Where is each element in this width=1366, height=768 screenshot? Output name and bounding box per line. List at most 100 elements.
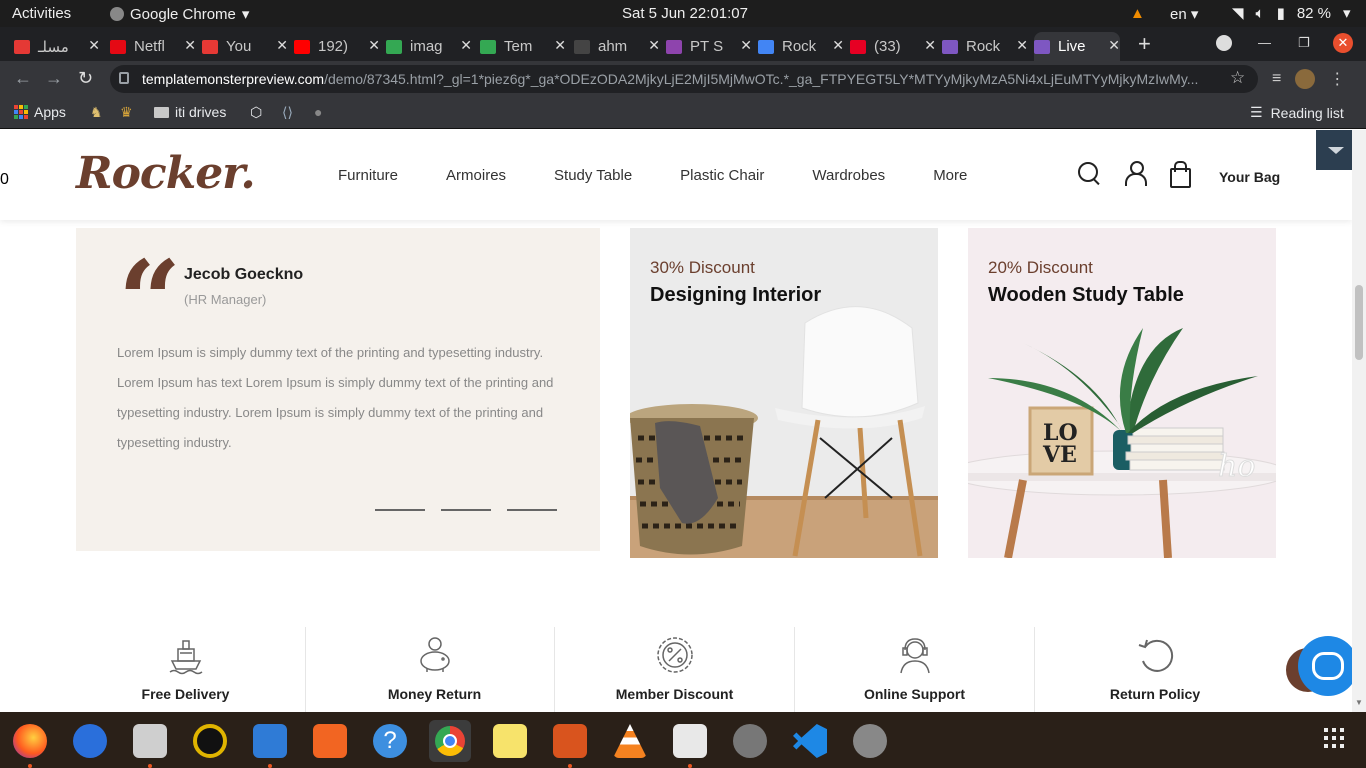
shopping-bag-icon[interactable] xyxy=(1168,160,1192,188)
browser-tab[interactable]: Netfl ✕ xyxy=(110,32,196,61)
your-bag-link[interactable]: Your Bag xyxy=(1219,169,1280,185)
help-icon[interactable]: ? xyxy=(373,724,407,758)
browser-tab[interactable]: 192) ✕ xyxy=(294,32,380,61)
files-icon[interactable] xyxy=(133,724,167,768)
rhythmbox-icon[interactable] xyxy=(193,724,227,758)
promo-card-study-table[interactable]: LO VE ho 20% Discount Wooden Study Table xyxy=(968,228,1276,558)
browser-tab[interactable]: Rock ✕ xyxy=(758,32,844,61)
slider-dot[interactable] xyxy=(441,509,491,511)
tab-close-icon[interactable]: ✕ xyxy=(1016,37,1028,54)
browser-tab[interactable]: Tem ✕ xyxy=(480,32,566,61)
chat-widget-button[interactable] xyxy=(1298,636,1352,696)
scroll-down-arrow[interactable]: ▼ xyxy=(1355,698,1363,707)
new-tab-button[interactable]: + xyxy=(1138,31,1151,57)
profile-avatar[interactable] xyxy=(1295,69,1316,89)
bookmark-iti-drives[interactable]: iti drives xyxy=(154,104,226,120)
tab-favicon xyxy=(1034,40,1050,54)
chrome-menu-button[interactable]: ⋮ xyxy=(1329,69,1345,89)
page-scrollbar[interactable]: ▼ xyxy=(1352,130,1366,712)
search-icon[interactable] xyxy=(1076,160,1102,186)
scrollbar-thumb[interactable] xyxy=(1355,285,1363,360)
tab-close-icon[interactable]: ✕ xyxy=(184,37,196,54)
bookmark-icon-2[interactable]: ♛ xyxy=(120,104,133,121)
settings-gear-icon[interactable] xyxy=(733,724,767,758)
site-logo[interactable]: Rocker. xyxy=(76,148,256,199)
bookmark-star-icon[interactable]: ☆ xyxy=(1230,68,1245,88)
tab-search-button[interactable] xyxy=(1216,35,1232,51)
thunderbird-icon[interactable] xyxy=(73,724,107,758)
demo-dropdown-toggle[interactable] xyxy=(1316,130,1352,170)
chrome-icon xyxy=(110,7,124,21)
slider-dot[interactable] xyxy=(507,509,557,511)
browser-tab[interactable]: (33) ✕ xyxy=(850,32,936,61)
address-bar[interactable]: templatemonsterpreview.com/demo/87345.ht… xyxy=(110,65,1258,93)
browser-tab[interactable]: imag ✕ xyxy=(386,32,472,61)
back-button[interactable]: ← xyxy=(14,68,32,89)
tab-close-icon[interactable]: ✕ xyxy=(1108,37,1120,54)
minimize-window-button[interactable]: — xyxy=(1258,35,1271,50)
disk-utility-icon[interactable] xyxy=(853,724,887,758)
firefox-icon[interactable] xyxy=(13,724,47,768)
bookmark-apps[interactable]: Apps xyxy=(14,104,66,120)
nav-link-plastic-chair[interactable]: Plastic Chair xyxy=(680,167,764,184)
tab-close-icon[interactable]: ✕ xyxy=(88,37,100,54)
reading-list-button[interactable]: ☰ Reading list xyxy=(1250,104,1344,121)
bookmark-bracket-icon[interactable]: ⟨⟩ xyxy=(282,104,293,121)
promo-title: Designing Interior xyxy=(650,284,822,306)
maximize-window-button[interactable]: ❐ xyxy=(1298,35,1310,51)
software-center-icon[interactable] xyxy=(313,724,347,758)
tab-close-icon[interactable]: ✕ xyxy=(276,37,288,54)
browser-tab[interactable]: Rock ✕ xyxy=(942,32,1028,61)
bookmark-icon-1[interactable]: ♞ xyxy=(90,104,103,121)
vlc-tray-icon[interactable]: ▲ xyxy=(1130,5,1145,22)
browser-tab[interactable]: Live ✕ xyxy=(1034,32,1120,61)
close-window-button[interactable]: ✕ xyxy=(1333,33,1353,53)
vscode-icon[interactable] xyxy=(793,724,827,758)
tab-title: Netfl xyxy=(134,38,165,55)
tab-close-icon[interactable]: ✕ xyxy=(648,37,660,54)
reload-button[interactable]: ↻ xyxy=(78,68,93,89)
promo-card-interior[interactable]: 30% Discount Designing Interior xyxy=(630,228,938,558)
media-control-icon[interactable]: ≡ xyxy=(1272,70,1281,88)
nav-link-study-table[interactable]: Study Table xyxy=(554,167,632,184)
bookmark-apps-label: Apps xyxy=(34,104,66,120)
tab-close-icon[interactable]: ✕ xyxy=(924,37,936,54)
logo-text: Rocker xyxy=(76,148,241,199)
tab-close-icon[interactable]: ✕ xyxy=(740,37,752,54)
tab-close-icon[interactable]: ✕ xyxy=(368,37,380,54)
bookmark-github-icon[interactable]: ● xyxy=(314,104,322,120)
tab-favicon xyxy=(14,40,30,54)
language-indicator[interactable]: en ▾ xyxy=(1170,5,1198,23)
browser-tab[interactable]: ahm ✕ xyxy=(574,32,660,61)
user-account-icon[interactable] xyxy=(1124,160,1148,186)
app-menu[interactable]: Google Chrome ▾ xyxy=(110,5,249,23)
libreoffice-impress-icon[interactable] xyxy=(553,724,587,768)
vlc-icon[interactable] xyxy=(613,724,647,758)
feature-label: Online Support xyxy=(863,686,966,702)
browser-tab[interactable]: PT S ✕ xyxy=(666,32,752,61)
nav-link-furniture[interactable]: Furniture xyxy=(338,167,398,184)
tab-favicon xyxy=(942,40,958,54)
chrome-dock-icon[interactable] xyxy=(429,720,471,762)
nav-link-armoires[interactable]: Armoires xyxy=(446,167,506,184)
activities-button[interactable]: Activities xyxy=(12,5,71,22)
browser-toolbar: ← → ↻ templatemonsterpreview.com/demo/87… xyxy=(0,61,1366,97)
nav-link-more[interactable]: More xyxy=(933,167,967,184)
document-viewer-icon[interactable] xyxy=(673,724,707,768)
nav-link-wardrobes[interactable]: Wardrobes xyxy=(812,167,885,184)
show-applications-icon[interactable] xyxy=(1324,728,1344,748)
browser-tab[interactable]: مسلـ ✕ xyxy=(14,32,100,61)
tab-close-icon[interactable]: ✕ xyxy=(832,37,844,54)
tab-close-icon[interactable]: ✕ xyxy=(460,37,472,54)
bookmark-codepen-icon[interactable]: ⬡ xyxy=(250,104,262,121)
libreoffice-writer-icon[interactable] xyxy=(253,724,287,768)
reading-list-label: Reading list xyxy=(1270,104,1344,121)
system-status-menu[interactable]: ◥ 🔈︎ ▮ 82 % ▾ xyxy=(1232,4,1351,23)
browser-tab[interactable]: You ✕ xyxy=(202,32,288,61)
forward-button[interactable]: → xyxy=(45,68,63,89)
slider-dot[interactable] xyxy=(375,509,425,511)
clock[interactable]: Sat 5 Jun 22:01:07 xyxy=(622,5,748,22)
sticky-notes-icon[interactable] xyxy=(493,724,527,758)
lock-icon[interactable] xyxy=(119,72,129,84)
tab-close-icon[interactable]: ✕ xyxy=(554,37,566,54)
